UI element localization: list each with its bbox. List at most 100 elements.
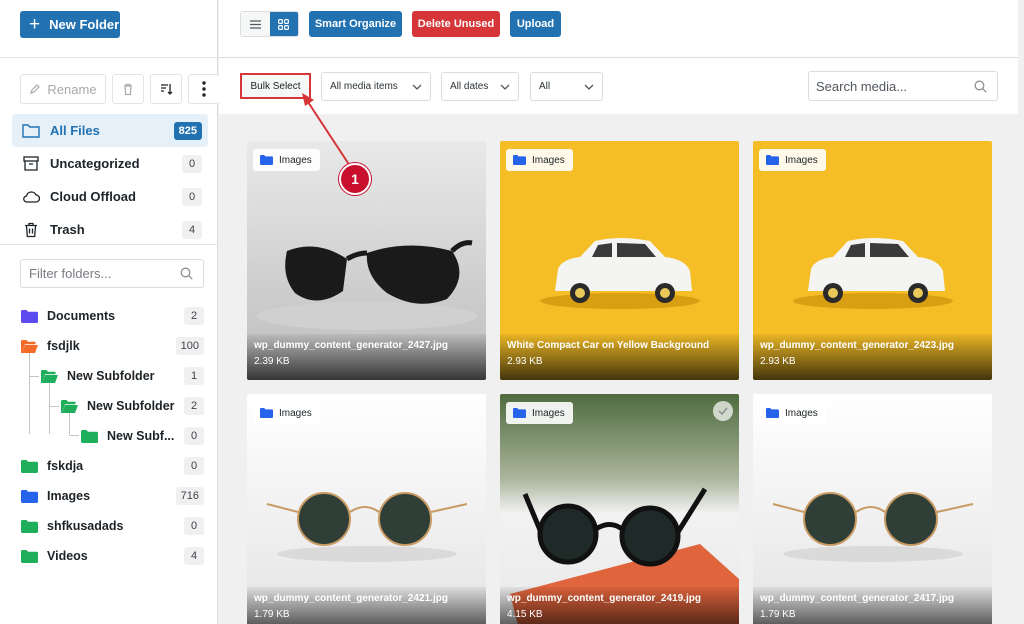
sidebar-nav: All Files 825 Uncategorized 0 Cloud Offl… (12, 114, 208, 246)
cloud-icon (21, 187, 41, 207)
media-name: White Compact Car on Yellow Background (507, 340, 710, 351)
nav-item-all-files[interactable]: All Files 825 (12, 114, 208, 147)
media-card[interactable]: Images wp_dummy_content_generator_2423.j… (753, 141, 992, 380)
folder-item-new-subfolder[interactable]: New Subfolder 1 (12, 361, 208, 391)
sort-button[interactable] (150, 74, 182, 104)
new-folder-button[interactable]: + New Folder (20, 11, 120, 38)
count-badge: 0 (182, 187, 202, 206)
folder-badge: Images (506, 149, 573, 171)
media-name: wp_dummy_content_generator_2417.jpg (760, 593, 954, 604)
media-card[interactable]: Images White Compact Car on Yellow Backg… (500, 141, 739, 380)
rename-label: Rename (47, 81, 97, 97)
upload-button[interactable]: Upload (510, 11, 561, 37)
search-icon (974, 80, 987, 93)
media-size: 1.79 KB (254, 609, 290, 620)
media-type-select[interactable]: All media items (321, 72, 431, 101)
folder-tree: Documents 2 fsdjlk 100 New Subfolder 1 N… (12, 301, 208, 571)
count-badge: 0 (182, 154, 202, 173)
folder-badge-label: Images (785, 407, 818, 419)
media-caption: wp_dummy_content_generator_2427.jpg 2.39… (247, 334, 486, 380)
folder-item-new-subfolder[interactable]: New Subfolder 2 (12, 391, 208, 421)
smart-organize-button[interactable]: Smart Organize (309, 11, 402, 37)
media-caption: wp_dummy_content_generator_2423.jpg 2.93… (753, 334, 992, 380)
folder-item-fsdjlk[interactable]: fsdjlk 100 (12, 331, 208, 361)
folder-actions: Rename (20, 74, 220, 104)
nav-label: Cloud Offload (50, 189, 136, 204)
dates-select[interactable]: All dates (441, 72, 519, 101)
trash-icon (21, 220, 41, 240)
count-badge: 0 (184, 457, 204, 475)
search-icon (180, 267, 193, 280)
divider (0, 57, 218, 58)
folder-icon (260, 408, 273, 418)
folder-icon (21, 489, 38, 503)
media-size: 1.79 KB (760, 609, 796, 620)
folder-badge: Images (759, 402, 826, 424)
top-toolbar: Smart Organize Delete Unused Upload (219, 0, 1018, 58)
trash-icon (124, 83, 132, 95)
folder-label: Images (47, 489, 91, 503)
folder-label: New Subfolder (87, 399, 175, 413)
media-size: 2.93 KB (760, 356, 796, 367)
check-icon (718, 407, 728, 415)
rename-button[interactable]: Rename (20, 74, 106, 104)
folder-open-icon (41, 369, 58, 383)
folder-item-images[interactable]: Images 716 (12, 481, 208, 511)
folder-icon (21, 549, 38, 563)
nav-item-cloud-offload[interactable]: Cloud Offload 0 (12, 180, 208, 213)
media-name: wp_dummy_content_generator_2419.jpg (507, 593, 701, 604)
media-card[interactable]: Images wp_dummy_content_generator_2417.j… (753, 394, 992, 624)
delete-unused-button[interactable]: Delete Unused (412, 11, 500, 37)
folder-item-shfkusadads[interactable]: shfkusadads 0 (12, 511, 208, 541)
filter-select[interactable]: All (530, 72, 603, 101)
count-badge: 2 (184, 397, 204, 415)
count-badge: 716 (175, 487, 204, 505)
folder-item-videos[interactable]: Videos 4 (12, 541, 208, 571)
folder-item-new-subfolder[interactable]: New Subf... 0 (12, 421, 208, 451)
folder-label: New Subf... (107, 429, 175, 443)
media-size: 2.39 KB (254, 356, 290, 367)
media-caption: wp_dummy_content_generator_2417.jpg 1.79… (753, 587, 992, 624)
media-card[interactable]: Images wp_dummy_content_generator_2419.j… (500, 394, 739, 624)
media-card[interactable]: Images wp_dummy_content_generator_2421.j… (247, 394, 486, 624)
folder-badge-label: Images (279, 154, 312, 166)
grid-view-button[interactable] (269, 12, 298, 36)
folder-badge-label: Images (532, 154, 565, 166)
search-placeholder: Search media... (816, 78, 908, 94)
select-value: All (539, 81, 551, 92)
folder-icon (21, 309, 38, 323)
nav-item-trash[interactable]: Trash 4 (12, 213, 208, 246)
folder-icon (21, 459, 38, 473)
folder-label: fsdjlk (47, 339, 80, 353)
folder-open-icon (21, 339, 38, 353)
folder-item-documents[interactable]: Documents 2 (12, 301, 208, 331)
nav-item-uncategorized[interactable]: Uncategorized 0 (12, 147, 208, 180)
list-view-button[interactable] (241, 12, 270, 36)
bulk-select-button[interactable]: Bulk Select (240, 73, 311, 99)
filter-placeholder: Filter folders... (29, 266, 112, 281)
media-caption: White Compact Car on Yellow Background 2… (500, 334, 739, 380)
folder-badge-label: Images (279, 407, 312, 419)
folder-label: Videos (47, 549, 88, 563)
folder-icon (260, 155, 273, 165)
media-name: wp_dummy_content_generator_2423.jpg (760, 340, 954, 351)
chevron-down-icon (412, 84, 422, 90)
folder-item-fskdja[interactable]: fskdja 0 (12, 451, 208, 481)
folder-badge: Images (253, 149, 320, 171)
folder-sidebar: + New Folder Rename All Files 825 Uncate… (0, 0, 220, 624)
list-icon (249, 19, 261, 29)
filter-folders-input[interactable]: Filter folders... (20, 259, 204, 288)
count-badge: 4 (184, 547, 204, 565)
more-options-button[interactable] (188, 74, 220, 104)
search-media-input[interactable]: Search media... (808, 71, 998, 101)
nav-label: Uncategorized (50, 156, 140, 171)
delete-folder-button[interactable] (112, 74, 144, 104)
count-badge: 0 (184, 427, 204, 445)
media-name: wp_dummy_content_generator_2421.jpg (254, 593, 448, 604)
chevron-down-icon (500, 84, 510, 90)
folder-label: Documents (47, 309, 116, 323)
count-badge: 2 (184, 307, 204, 325)
select-checkbox[interactable] (713, 401, 733, 421)
more-vertical-icon (202, 81, 206, 97)
count-badge: 1 (184, 367, 204, 385)
